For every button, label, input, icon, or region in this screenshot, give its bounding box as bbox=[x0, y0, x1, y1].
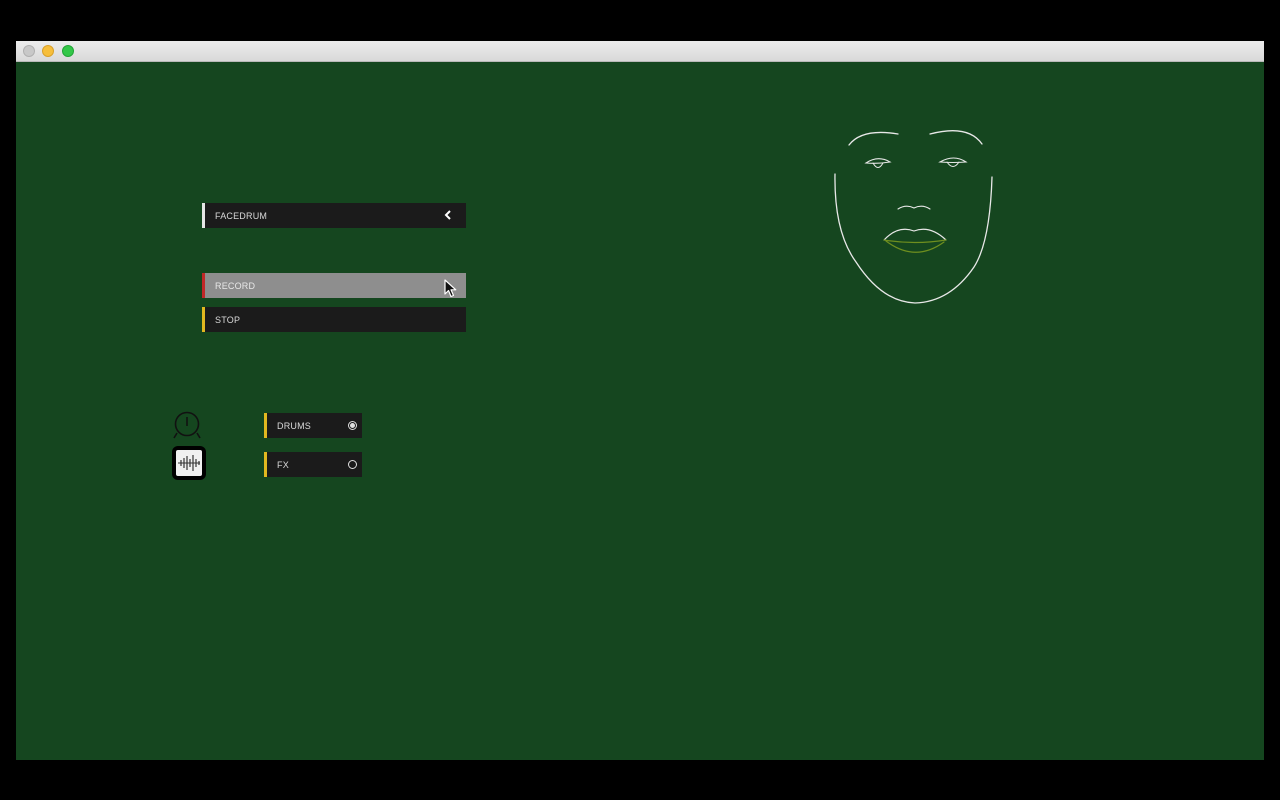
drums-label: DRUMS bbox=[277, 420, 311, 431]
drum-icon bbox=[173, 411, 201, 439]
drums-radio[interactable] bbox=[348, 421, 357, 430]
right-eye bbox=[938, 157, 968, 164]
waveform-icon-face bbox=[176, 450, 202, 476]
window-minimize-button[interactable] bbox=[42, 45, 54, 57]
window-titlebar bbox=[16, 41, 1264, 62]
chevron-left-icon[interactable] bbox=[442, 209, 454, 221]
facedrum-title: FACEDRUM bbox=[215, 210, 268, 221]
upper-lip bbox=[883, 228, 947, 241]
nose bbox=[897, 205, 931, 210]
fx-label: FX bbox=[277, 459, 289, 470]
app-window: FACEDRUM RECORD STOP DRUMS FX bbox=[16, 41, 1264, 760]
lips-line bbox=[883, 239, 947, 244]
app-canvas: FACEDRUM RECORD STOP DRUMS FX bbox=[16, 62, 1264, 760]
record-button[interactable]: RECORD bbox=[202, 273, 466, 298]
window-close-button[interactable] bbox=[23, 45, 35, 57]
fx-mode-option[interactable]: FX bbox=[264, 452, 362, 477]
record-label: RECORD bbox=[215, 280, 256, 291]
waveform-icon[interactable] bbox=[172, 446, 206, 480]
left-eye bbox=[864, 158, 892, 164]
facedrum-panel-header[interactable]: FACEDRUM bbox=[202, 203, 466, 228]
stop-button[interactable]: STOP bbox=[202, 307, 466, 332]
window-maximize-button[interactable] bbox=[62, 45, 74, 57]
drums-mode-option[interactable]: DRUMS bbox=[264, 413, 362, 438]
face-outline-visualization bbox=[834, 130, 993, 304]
jaw-outline bbox=[834, 173, 993, 304]
waveform-glyph bbox=[178, 455, 200, 471]
stop-label: STOP bbox=[215, 314, 241, 325]
mouse-cursor-icon bbox=[444, 279, 457, 298]
right-eyebrow bbox=[929, 130, 983, 145]
fx-radio[interactable] bbox=[348, 460, 357, 469]
left-eyebrow bbox=[848, 131, 899, 146]
